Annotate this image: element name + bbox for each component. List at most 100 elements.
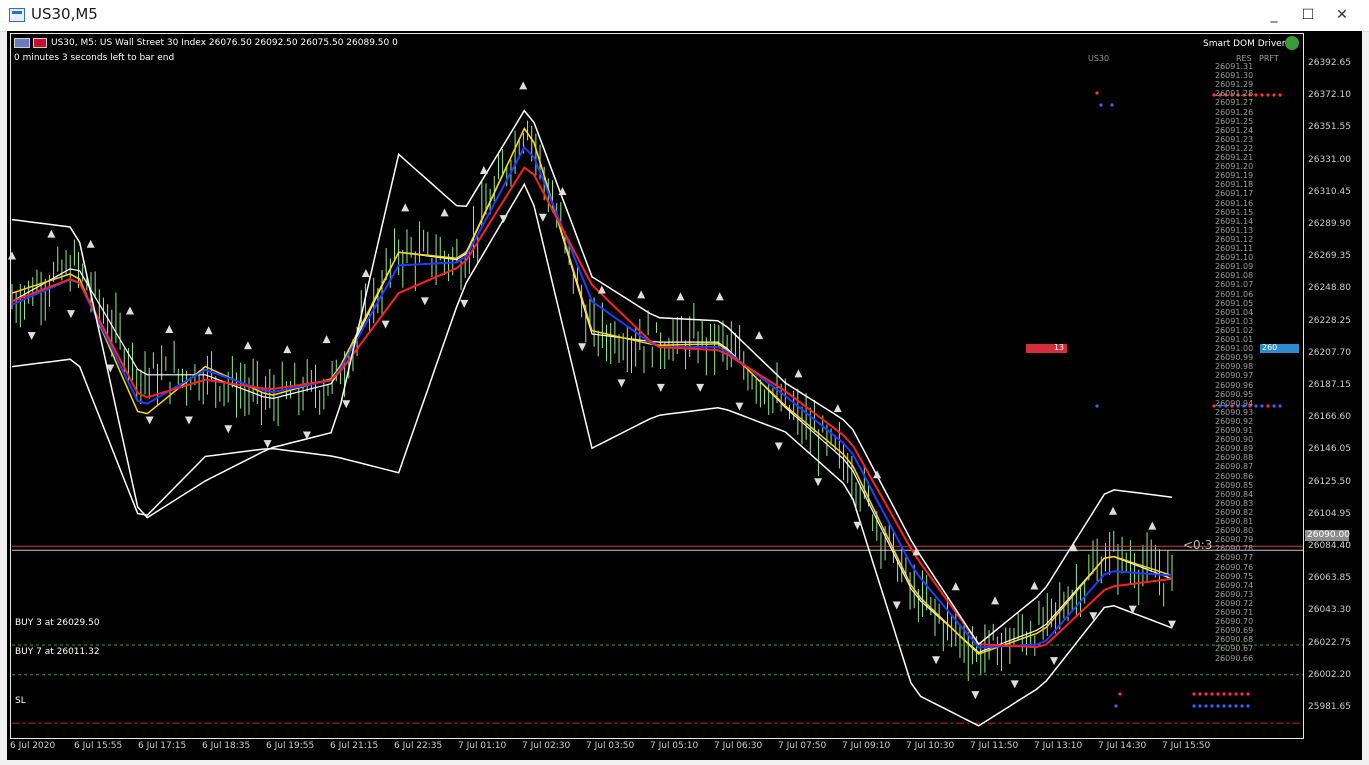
dom-dot [1234, 692, 1238, 696]
time-tick: 7 Jul 02:30 [522, 741, 571, 751]
fractal-up-arrow [715, 292, 724, 301]
time-tick: 7 Jul 05:10 [650, 741, 699, 751]
price-tick: 25981.65 [1308, 702, 1351, 712]
fractal-down-arrow [145, 416, 154, 425]
dom-dot [1192, 692, 1196, 696]
fractal-up-arrow [401, 203, 410, 212]
buy-volume-value: 260 [1262, 343, 1278, 352]
dom-price-level: 26090.90 [1215, 435, 1254, 445]
time-tick: 7 Jul 09:10 [842, 741, 891, 751]
dom-dot [1254, 404, 1258, 408]
dom-price-level: 26091.07 [1215, 280, 1254, 290]
price-chart[interactable] [0, 0, 1369, 765]
dom-price-level: 26090.79 [1215, 535, 1254, 545]
upper-band-line [11, 109, 1173, 646]
dom-dot [1198, 704, 1202, 708]
dom-dot [1228, 692, 1232, 696]
dom-dot [1240, 692, 1244, 696]
buy-order-label-1[interactable]: BUY 3 at 26029.50 [15, 618, 100, 628]
dom-price-level: 26091.06 [1215, 289, 1254, 299]
dom-dot [1204, 692, 1208, 696]
price-tick: 26207.70 [1308, 347, 1351, 358]
dom-price-level: 26090.89 [1215, 444, 1254, 454]
price-tick: 26392.65 [1308, 58, 1351, 68]
price-tick: 26125.50 [1308, 476, 1351, 487]
dom-price-level: 26091.27 [1215, 98, 1254, 108]
dom-dot [1260, 404, 1264, 408]
dom-price-level: 26090.84 [1215, 489, 1254, 499]
dom-price-level: 26090.87 [1215, 462, 1254, 472]
dom-dot [1272, 404, 1276, 408]
fractal-down-arrow [735, 402, 744, 411]
dom-dot [1216, 704, 1220, 708]
dom-price-level: 26090.78 [1215, 544, 1254, 554]
price-tick: 26248.80 [1308, 283, 1351, 294]
dom-price-level: 26091.22 [1215, 143, 1254, 153]
price-tick: 26022.75 [1308, 637, 1351, 648]
fractal-up-arrow [204, 326, 213, 335]
dom-dot [1266, 93, 1270, 97]
dom-price-level: 26090.67 [1215, 644, 1254, 654]
dom-price-level: 26090.77 [1215, 553, 1254, 563]
candles-layer [11, 120, 1173, 681]
dom-price-level: 26090.92 [1215, 416, 1254, 426]
price-tick: 26269.35 [1308, 251, 1351, 262]
fractal-up-arrow [8, 251, 16, 260]
symbol-tag: US30 [1088, 54, 1110, 63]
dom-dot [1192, 704, 1196, 708]
time-tick: 7 Jul 10:30 [906, 741, 955, 751]
price-tick: 26166.60 [1308, 412, 1351, 423]
time-tick: 6 Jul 19:55 [266, 741, 315, 751]
dom-price-level: 26090.80 [1215, 526, 1254, 536]
price-tick: 26084.40 [1308, 541, 1351, 551]
price-tick: 26310.45 [1308, 186, 1351, 197]
ma-fast-line [11, 126, 1173, 655]
buy-order-label-2[interactable]: BUY 7 at 26011.32 [15, 647, 100, 657]
dom-price-level: 26091.16 [1215, 198, 1254, 208]
dom-price-level: 26090.97 [1215, 371, 1254, 381]
dom-dot [1099, 103, 1103, 107]
fractal-up-arrow [47, 229, 56, 238]
sell-volume-value: 13 [1053, 343, 1064, 352]
dom-price-level: 26090.94 [1215, 398, 1254, 408]
indicator-name: Smart DOM Driver [1203, 39, 1286, 49]
stop-loss-label[interactable]: SL [15, 696, 26, 706]
prft-label: PRFT [1259, 54, 1279, 63]
fractal-up-arrow [479, 166, 488, 175]
dom-price-level: 26091.05 [1215, 298, 1254, 308]
dom-price-level: 26090.86 [1215, 471, 1254, 481]
fractal-down-arrow [538, 213, 547, 222]
price-tick: 26228.25 [1308, 315, 1351, 326]
dom-dot [1266, 404, 1270, 408]
dom-price-level: 26091.17 [1215, 189, 1254, 199]
fractal-up-arrow [1030, 581, 1039, 590]
price-tick: 26043.30 [1308, 605, 1351, 616]
dom-dots-layer [1095, 91, 1282, 708]
dom-dot [1246, 692, 1250, 696]
dom-price-level: 26090.75 [1215, 571, 1254, 581]
ma-slow-line [11, 166, 1173, 649]
price-line [11, 127, 1173, 654]
dom-dot [1204, 704, 1208, 708]
price-tick: 26331.00 [1308, 154, 1351, 165]
dom-price-level: 26091.04 [1215, 307, 1254, 317]
price-tick: 26372.10 [1308, 90, 1351, 101]
fractal-up-arrow [637, 290, 646, 299]
time-tick: 7 Jul 06:30 [714, 741, 763, 751]
fractal-up-arrow [755, 331, 764, 340]
fractal-down-arrow [342, 400, 351, 409]
fractal-down-arrow [932, 656, 941, 665]
dom-dot [1228, 704, 1232, 708]
fractal-down-arrow [27, 332, 36, 341]
indicator-icon [1285, 36, 1299, 50]
fractal-up-arrow [86, 239, 95, 248]
bar-timer: 0 minutes 3 seconds left to bar end [14, 53, 175, 63]
dom-dot [1278, 404, 1282, 408]
fractal-down-arrow [224, 425, 233, 434]
dom-price-level: 26091.25 [1215, 116, 1254, 126]
sell-volume-badge: 13 [1026, 343, 1067, 353]
fractal-down-arrow [617, 379, 626, 388]
dom-price-level: 26091.09 [1215, 262, 1254, 272]
fractal-up-arrow [1148, 521, 1157, 530]
dom-price-level: 26091.01 [1215, 335, 1254, 344]
